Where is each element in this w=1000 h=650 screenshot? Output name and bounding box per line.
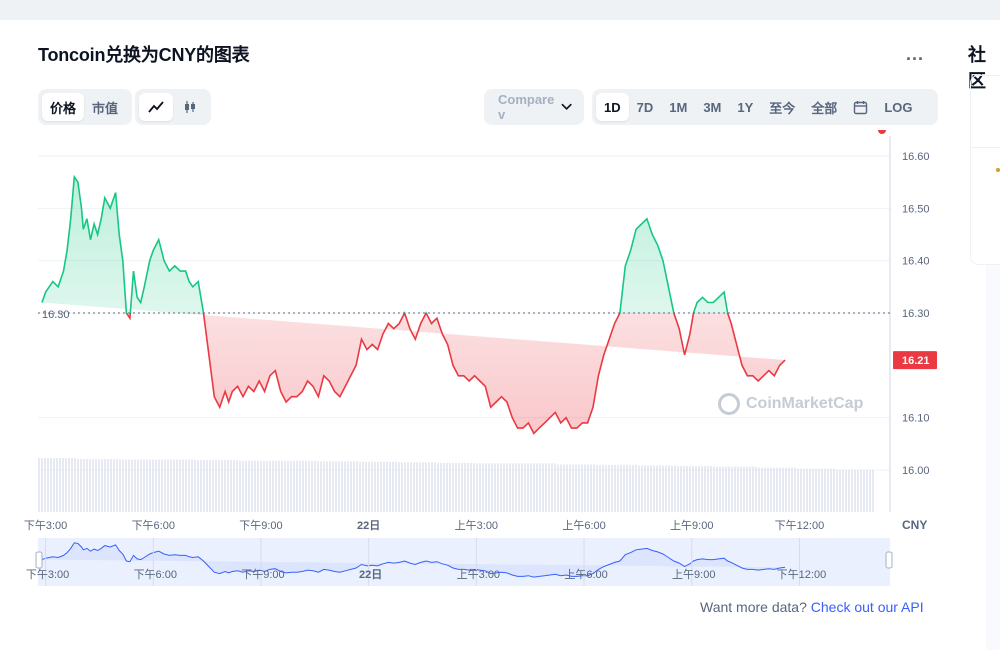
tab-range-1d[interactable]: 1D <box>596 93 629 121</box>
tab-range-1y[interactable]: 1Y <box>729 93 761 121</box>
price-area-above <box>42 176 728 313</box>
tab-range-3m[interactable]: 3M <box>695 93 729 121</box>
x-axis-tick-label: 上午9:00 <box>670 519 713 532</box>
x-axis-tick-label: 22日 <box>357 519 380 532</box>
time-range-selector: 1D 7D 1M 3M 1Y 至今 全部 LOG <box>592 89 938 125</box>
compare-label: Compare v <box>498 92 555 122</box>
compare-dropdown[interactable]: Compare v <box>484 89 584 125</box>
chart-type-toggle <box>135 89 211 125</box>
y-axis-tick-label: 16.60 <box>902 151 930 163</box>
navigator-tick-label: 下午3:00 <box>26 568 69 581</box>
x-axis-tick-label: 上午6:00 <box>562 519 605 532</box>
navigator-tick-label: 下午9:00 <box>241 568 284 581</box>
navigator-right-handle[interactable] <box>885 551 893 569</box>
watermark: CoinMarketCap <box>718 393 863 415</box>
current-price-label: 16.21 <box>902 355 930 367</box>
line-chart-button[interactable] <box>139 93 173 121</box>
navigator-tick-label: 上午6:00 <box>564 568 607 581</box>
x-axis-tick-label: 上午3:00 <box>455 519 498 532</box>
candlestick-chart-button[interactable] <box>173 93 207 121</box>
navigator-tick-label: 上午3:00 <box>457 568 500 581</box>
api-promo-text: Want more data? <box>700 599 811 615</box>
x-axis-tick-label: 下午9:00 <box>239 519 282 532</box>
api-link[interactable]: Check out our API <box>811 599 924 615</box>
candlestick-icon <box>185 101 195 113</box>
chevron-down-icon <box>561 103 572 111</box>
tab-range-1m[interactable]: 1M <box>661 93 695 121</box>
tab-range-ytd[interactable]: 至今 <box>761 93 803 121</box>
tab-market-cap[interactable]: 市值 <box>84 93 126 121</box>
date-picker-button[interactable] <box>845 93 876 121</box>
coinmarketcap-logo-icon <box>718 393 740 415</box>
tab-price[interactable]: 价格 <box>42 93 85 121</box>
navigator-tick-label: 22日 <box>359 568 382 581</box>
navigator-left-handle[interactable] <box>35 551 43 569</box>
y-axis-tick-label: 16.10 <box>902 413 930 425</box>
reference-price-label: 16.30 <box>42 309 70 321</box>
log-scale-toggle[interactable]: LOG <box>876 93 920 121</box>
x-axis-tick-label: 下午6:00 <box>132 519 175 532</box>
calendar-icon <box>854 100 868 114</box>
currency-axis-label: CNY <box>902 518 927 532</box>
tab-range-7d[interactable]: 7D <box>629 93 662 121</box>
navigator-tick-label: 上午9:00 <box>672 568 715 581</box>
navigator-tick-label: 下午6:00 <box>134 568 177 581</box>
top-page-bar <box>0 0 1000 20</box>
y-axis-tick-label: 16.50 <box>902 203 930 215</box>
tab-range-all[interactable]: 全部 <box>803 93 845 121</box>
top-page-gap <box>0 20 1000 24</box>
line-chart-icon <box>148 101 164 113</box>
x-axis-tick-label: 下午3:00 <box>24 519 67 532</box>
api-promo: Want more data? Check out our API <box>700 599 924 615</box>
current-price-dot <box>878 130 886 134</box>
y-axis-tick-label: 16.40 <box>902 256 930 268</box>
metric-toggle: 价格 市值 <box>38 89 132 125</box>
x-axis-tick-label: 下午12:00 <box>775 519 825 532</box>
price-chart[interactable]: 16.60 16.50 16.40 16.30 16.10 16.00 16.30 16.21… <box>0 130 1000 590</box>
navigator-tick-label: 下午12:00 <box>777 568 827 581</box>
chart-title: Toncoin兑换为CNY的图表 <box>38 45 250 65</box>
y-axis-tick-label: 16.30 <box>902 308 930 320</box>
watermark-text: CoinMarketCap <box>746 395 864 412</box>
y-axis-tick-label: 16.00 <box>902 465 930 477</box>
more-options-button[interactable]: ... <box>906 44 924 65</box>
